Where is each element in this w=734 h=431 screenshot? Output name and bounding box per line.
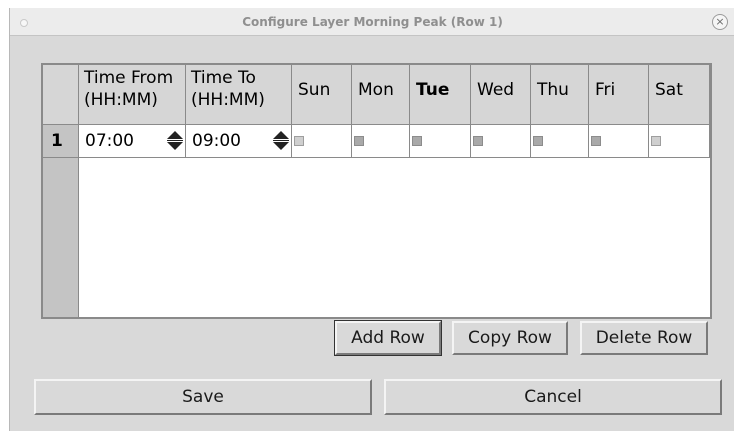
title-bar: Configure Layer Morning Peak (Row 1) × <box>10 8 734 36</box>
wed-cell <box>471 125 531 158</box>
wed-checkbox[interactable] <box>473 136 483 146</box>
time-from-value[interactable]: 07:00 <box>79 131 134 151</box>
column-header-sat[interactable]: Sat <box>649 65 710 125</box>
row-number[interactable]: 1 <box>43 125 79 158</box>
copy-row-button[interactable]: Copy Row <box>452 321 568 355</box>
up-down-spinner-icon[interactable] <box>273 131 289 151</box>
schedule-grid: Time From (HH:MM) Time To (HH:MM) Sun Mo… <box>41 63 712 319</box>
add-row-button[interactable]: Add Row <box>334 320 442 356</box>
window-title: Configure Layer Morning Peak (Row 1) <box>242 15 503 29</box>
cancel-button[interactable]: Cancel <box>384 379 722 415</box>
column-header-fri[interactable]: Fri <box>589 65 649 125</box>
sun-cell <box>292 125 352 158</box>
corner-header <box>43 65 79 125</box>
column-header-tue[interactable]: Tue <box>410 65 471 125</box>
column-header-time-from[interactable]: Time From (HH:MM) <box>79 65 186 125</box>
thu-cell <box>531 125 589 158</box>
sat-cell <box>649 125 710 158</box>
close-icon[interactable]: × <box>712 14 728 30</box>
column-header-wed[interactable]: Wed <box>471 65 531 125</box>
column-header-sun[interactable]: Sun <box>292 65 352 125</box>
dialog-window: Configure Layer Morning Peak (Row 1) × T… <box>9 8 734 431</box>
sat-checkbox[interactable] <box>651 136 661 146</box>
time-to-field[interactable]: 09:00 <box>186 125 292 158</box>
tue-cell <box>410 125 471 158</box>
column-header-time-to[interactable]: Time To (HH:MM) <box>186 65 292 125</box>
save-button[interactable]: Save <box>34 379 372 415</box>
column-header-thu[interactable]: Thu <box>531 65 589 125</box>
mon-cell <box>352 125 410 158</box>
mon-checkbox[interactable] <box>354 136 364 146</box>
fri-checkbox[interactable] <box>591 136 601 146</box>
time-to-value[interactable]: 09:00 <box>186 131 241 151</box>
sun-checkbox[interactable] <box>294 136 304 146</box>
time-from-field[interactable]: 07:00 <box>79 125 186 158</box>
up-down-spinner-icon[interactable] <box>167 131 183 151</box>
thu-checkbox[interactable] <box>533 136 543 146</box>
delete-row-button[interactable]: Delete Row <box>580 321 708 355</box>
tue-checkbox[interactable] <box>412 136 422 146</box>
column-header-mon[interactable]: Mon <box>352 65 410 125</box>
fri-cell <box>589 125 649 158</box>
